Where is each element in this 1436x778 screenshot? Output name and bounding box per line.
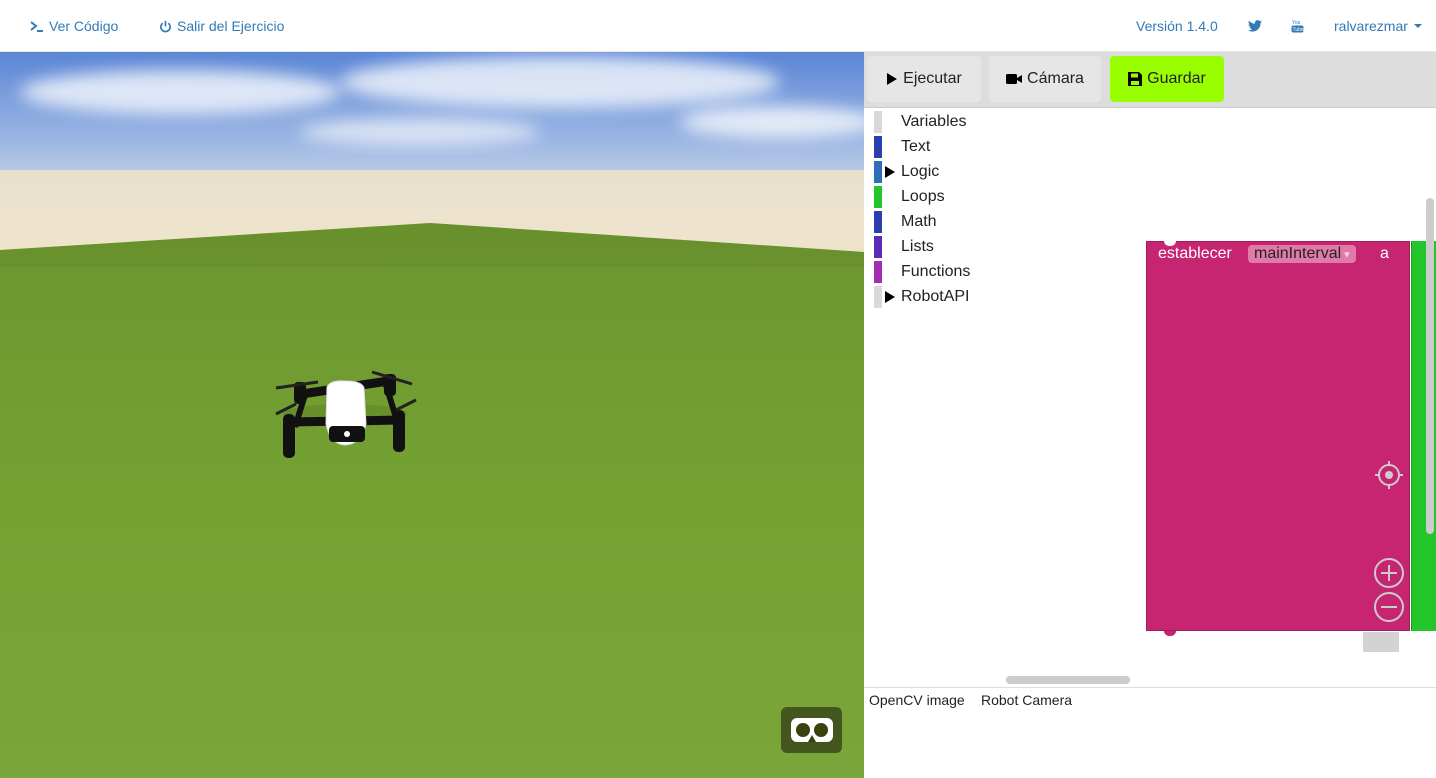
tab-robot-camera[interactable]: Robot Camera <box>981 692 1072 708</box>
expand-arrow-icon[interactable] <box>885 166 895 178</box>
view-code-label: Ver Código <box>49 18 119 34</box>
run-button[interactable]: Ejecutar <box>867 56 981 102</box>
set-variable-block[interactable]: establecer mainInterval ▾ a <box>1146 241 1410 636</box>
expand-arrow-icon[interactable] <box>885 291 895 303</box>
category-color-swatch <box>874 186 882 208</box>
category-math[interactable]: Math <box>874 211 937 233</box>
simulation-viewport[interactable] <box>0 52 864 778</box>
category-text[interactable]: Text <box>874 136 930 158</box>
category-label: Variables <box>901 113 967 130</box>
blockly-workspace[interactable]: Variables Text Logic Loops Math Lists Fu… <box>864 108 1436 687</box>
category-lists[interactable]: Lists <box>874 236 934 258</box>
user-name: ralvarezmar <box>1334 18 1408 34</box>
camera-label: Cámara <box>1027 70 1084 87</box>
category-color-swatch <box>874 236 882 258</box>
video-camera-icon <box>1006 74 1023 84</box>
floppy-disk-icon <box>1128 72 1143 86</box>
category-color-swatch <box>874 261 882 283</box>
power-icon <box>160 20 171 32</box>
category-label: Logic <box>901 163 940 180</box>
exit-exercise-link[interactable]: Salir del Ejercicio <box>159 0 284 52</box>
vr-goggles-icon <box>790 718 833 742</box>
twitter-icon <box>1248 20 1262 32</box>
trash-can-icon[interactable] <box>1363 632 1399 652</box>
recenter-icon[interactable] <box>1373 459 1405 491</box>
category-color-swatch <box>874 286 882 308</box>
horizontal-scrollbar[interactable] <box>1006 676 1130 684</box>
vertical-scrollbar[interactable] <box>1426 198 1434 534</box>
camera-output-panel: OpenCV image Robot Camera <box>864 687 1436 778</box>
category-color-swatch <box>874 111 882 133</box>
twitter-link[interactable] <box>1248 0 1267 52</box>
category-label: Functions <box>901 263 971 280</box>
save-label: Guardar <box>1147 70 1206 87</box>
category-label: Math <box>901 213 937 230</box>
run-label: Ejecutar <box>903 70 962 87</box>
variable-dropdown[interactable]: mainInterval ▾ <box>1248 245 1356 263</box>
save-button[interactable]: Guardar <box>1110 56 1224 102</box>
editor-toolbar: Ejecutar Cámara Guardar <box>864 52 1436 108</box>
blockly-toolbox: Variables Text Logic Loops Math Lists Fu… <box>864 108 984 687</box>
grass-ground <box>0 223 864 778</box>
scene-render <box>0 52 864 778</box>
category-logic[interactable]: Logic <box>874 161 939 183</box>
terminal-icon <box>30 21 43 32</box>
category-loops[interactable]: Loops <box>874 186 945 208</box>
svg-text:Tube: Tube <box>1293 27 1304 33</box>
tab-opencv-image[interactable]: OpenCV image <box>869 692 965 708</box>
block-notch-bottom <box>1164 631 1176 636</box>
category-color-swatch <box>874 161 882 183</box>
category-variables[interactable]: Variables <box>874 111 967 133</box>
version-label: Versión 1.4.0 <box>1136 18 1218 34</box>
block-editor-panel: Ejecutar Cámara Guardar Variables Text L… <box>864 52 1436 778</box>
category-label: RobotAPI <box>901 288 970 305</box>
variable-name: mainInterval <box>1254 245 1342 262</box>
caret-down-icon <box>1413 24 1422 28</box>
category-color-swatch <box>874 211 882 233</box>
category-color-swatch <box>874 136 882 158</box>
dropdown-arrow-icon: ▾ <box>1344 249 1350 261</box>
category-label: Text <box>901 138 931 155</box>
user-menu[interactable]: ralvarezmar <box>1334 0 1422 52</box>
vr-mode-button[interactable] <box>781 707 842 753</box>
zoom-out-icon[interactable] <box>1373 591 1405 623</box>
category-label: Lists <box>901 238 934 255</box>
block-connector-word: a <box>1380 245 1389 262</box>
youtube-icon: You Tube <box>1291 20 1304 33</box>
exit-exercise-label: Salir del Ejercicio <box>177 18 285 34</box>
category-functions[interactable]: Functions <box>874 261 970 283</box>
youtube-link[interactable]: You Tube <box>1291 0 1309 52</box>
svg-text:You: You <box>1292 20 1301 26</box>
category-label: Loops <box>901 188 945 205</box>
version-link[interactable]: Versión 1.4.0 <box>1136 0 1218 52</box>
play-icon <box>887 73 898 85</box>
block-keyword: establecer <box>1158 245 1232 262</box>
top-navbar: Ver Código Salir del Ejercicio Versión 1… <box>0 0 1436 52</box>
category-robotapi[interactable]: RobotAPI <box>874 286 969 308</box>
camera-button[interactable]: Cámara <box>989 56 1101 102</box>
zoom-in-icon[interactable] <box>1373 557 1405 589</box>
view-code-link[interactable]: Ver Código <box>30 0 118 52</box>
